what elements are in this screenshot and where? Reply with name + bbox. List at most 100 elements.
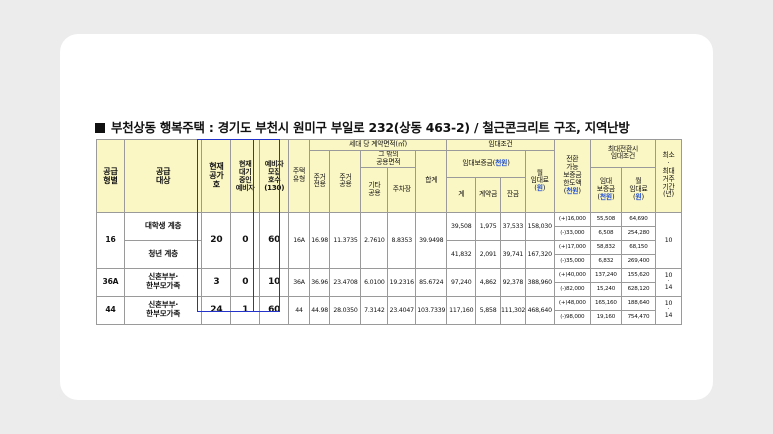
housing-table: 공급 형별 공급 대상 현재 공가 호 현재 대기 중인 예비자 예비자 모집 … [96, 139, 682, 325]
header-conv-deposit: 임대 보증금 (천원) [589, 166, 622, 213]
cell-conv-mon: 269,400 [620, 253, 657, 269]
header-supply-type: 공급 형별 [96, 139, 125, 213]
cell-monthly: 468,640 [524, 295, 555, 325]
header-deposit-group: 임대보증금(천원) [446, 150, 526, 178]
header-conv-monthly: 월 임대료 (원) [620, 166, 657, 213]
header-current-vacancy: 현재 공가 호 [201, 139, 232, 213]
page-title: 부천상동 행복주택 : 경기도 부천시 원미구 부일로 232(상동 463-2… [95, 118, 705, 136]
cell-waiting: 0 [230, 267, 261, 297]
cell-parking: 8.8353 [387, 211, 417, 269]
cell-conv-minus: (-)35,000 [553, 253, 591, 269]
cell-contract: 4,862 [475, 267, 501, 297]
cell-waiting: 1 [230, 295, 261, 325]
cell-house-type: 36A [288, 267, 310, 297]
cell-other: 7.3142 [360, 295, 389, 325]
cell-balance: 92,378 [499, 267, 526, 297]
cell-area-total: 85.6724 [415, 267, 448, 297]
cell-monthly: 388,960 [524, 267, 555, 297]
header-other-common-group: 그 밖의 공용면적 [360, 150, 417, 168]
cell-area-total: 103.7339 [415, 295, 448, 325]
cell-conv-mon: 254,280 [620, 225, 657, 241]
header-resident-common: 주거 공용 [329, 150, 362, 213]
cell-target: 대학생 계층 [123, 211, 203, 241]
cell-contract: 2,091 [475, 239, 501, 269]
header-reserve-recruit: 예비자 모집 호수 (130) [259, 139, 290, 213]
cell-vacancy: 3 [201, 267, 232, 297]
header-monthly-rent: 월 임대료 (원) [524, 150, 555, 213]
cell-balance: 39,741 [499, 239, 526, 269]
cell-private: 44.98 [308, 295, 331, 325]
cell-conv-dep: 6,508 [589, 225, 622, 241]
cell-conv-minus: (-)82,000 [553, 281, 591, 297]
table-row: 44 신혼부부· 한부모가족 24 1 60 44 44.98 28.0350 … [96, 295, 682, 325]
header-other-common: 기타 공용 [360, 166, 389, 213]
header-area-group: 세대 당 계약면적(㎡) [308, 139, 448, 151]
header-resident-private: 주거 전용 [308, 150, 331, 213]
cell-recruit: 60 [259, 295, 290, 325]
cell-period: 10 [655, 211, 682, 269]
header-parking: 주차장 [387, 166, 417, 213]
cell-period: 10 · 14 [655, 267, 682, 297]
cell-private: 16.98 [308, 211, 331, 269]
cell-area-total: 39.9498 [415, 211, 448, 269]
cell-recruit: 10 [259, 267, 290, 297]
cell-period: 10 · 14 [655, 295, 682, 325]
cell-conv-dep: 165,160 [589, 295, 622, 311]
cell-total: 41,832 [446, 239, 477, 269]
cell-total: 39,508 [446, 211, 477, 241]
cell-house-type: 44 [288, 295, 310, 325]
cell-conv-minus: (-)98,000 [553, 309, 591, 325]
header-contract-fee: 계약금 [475, 176, 501, 213]
cell-conv-dep: 58,832 [589, 239, 622, 255]
cell-conv-mon: 155,620 [620, 267, 657, 283]
cell-conv-dep: 15,240 [589, 281, 622, 297]
cell-balance: 111,302 [499, 295, 526, 325]
header-house-type: 주택 유형 [288, 139, 310, 213]
cell-common: 28.0350 [329, 295, 362, 325]
cell-conv-mon: 64,690 [620, 211, 657, 227]
header-max-conversion: 최대전환시 임대조건 [589, 139, 657, 168]
cell-common: 23.4708 [329, 267, 362, 297]
cell-private: 36.96 [308, 267, 331, 297]
cell-contract: 5,858 [475, 295, 501, 325]
cell-total: 117,160 [446, 295, 477, 325]
cell-contract: 1,975 [475, 211, 501, 241]
cell-target: 신혼부부· 한부모가족 [123, 267, 203, 297]
cell-conv-mon: 628,120 [620, 281, 657, 297]
header-convertible: 전환 가능 보증금 한도액 (천원) [553, 139, 591, 213]
cell-parking: 19.2316 [387, 267, 417, 297]
header-residence-period: 최소 · 최대 거주 기간 (년) [655, 139, 682, 213]
cell-other: 2.7610 [360, 211, 389, 269]
cell-total: 97,240 [446, 267, 477, 297]
cell-conv-dep: 19,160 [589, 309, 622, 325]
cell-vacancy: 20 [201, 211, 232, 269]
cell-conv-plus: (+)40,000 [553, 267, 591, 283]
header-current-waiting: 현재 대기 중인 예비자 [230, 139, 261, 213]
cell-conv-plus: (+)48,000 [553, 295, 591, 311]
cell-house-type: 16A [288, 211, 310, 269]
cell-monthly: 167,320 [524, 239, 555, 269]
cell-parking: 23.4047 [387, 295, 417, 325]
cell-common: 11.3735 [329, 211, 362, 269]
cell-balance: 37,533 [499, 211, 526, 241]
header-total: 계 [446, 176, 477, 213]
cell-other: 6.0100 [360, 267, 389, 297]
cell-conv-mon: 68,150 [620, 239, 657, 255]
header-supply-target: 공급 대상 [123, 139, 203, 213]
cell-type: 16 [96, 211, 125, 269]
cell-target: 신혼부부· 한부모가족 [123, 295, 203, 325]
cell-conv-mon: 188,640 [620, 295, 657, 311]
cell-conv-plus: (+)17,000 [553, 239, 591, 255]
title-text: 부천상동 행복주택 : 경기도 부천시 원미구 부일로 232(상동 463-2… [111, 120, 630, 135]
table-row: 16 대학생 계층 20 0 60 16A 16.98 11.3735 2.76… [96, 211, 682, 269]
cell-monthly: 158,030 [524, 211, 555, 241]
cell-target: 청년 계층 [123, 239, 203, 269]
header-balance: 잔금 [499, 176, 526, 213]
cell-conv-dep: 6,832 [589, 253, 622, 269]
cell-type: 36A [96, 267, 125, 297]
square-bullet-icon [95, 123, 105, 133]
cell-conv-dep: 137,240 [589, 267, 622, 283]
cell-type: 44 [96, 295, 125, 325]
cell-conv-plus: (+)16,000 [553, 211, 591, 227]
cell-conv-dep: 55,508 [589, 211, 622, 227]
